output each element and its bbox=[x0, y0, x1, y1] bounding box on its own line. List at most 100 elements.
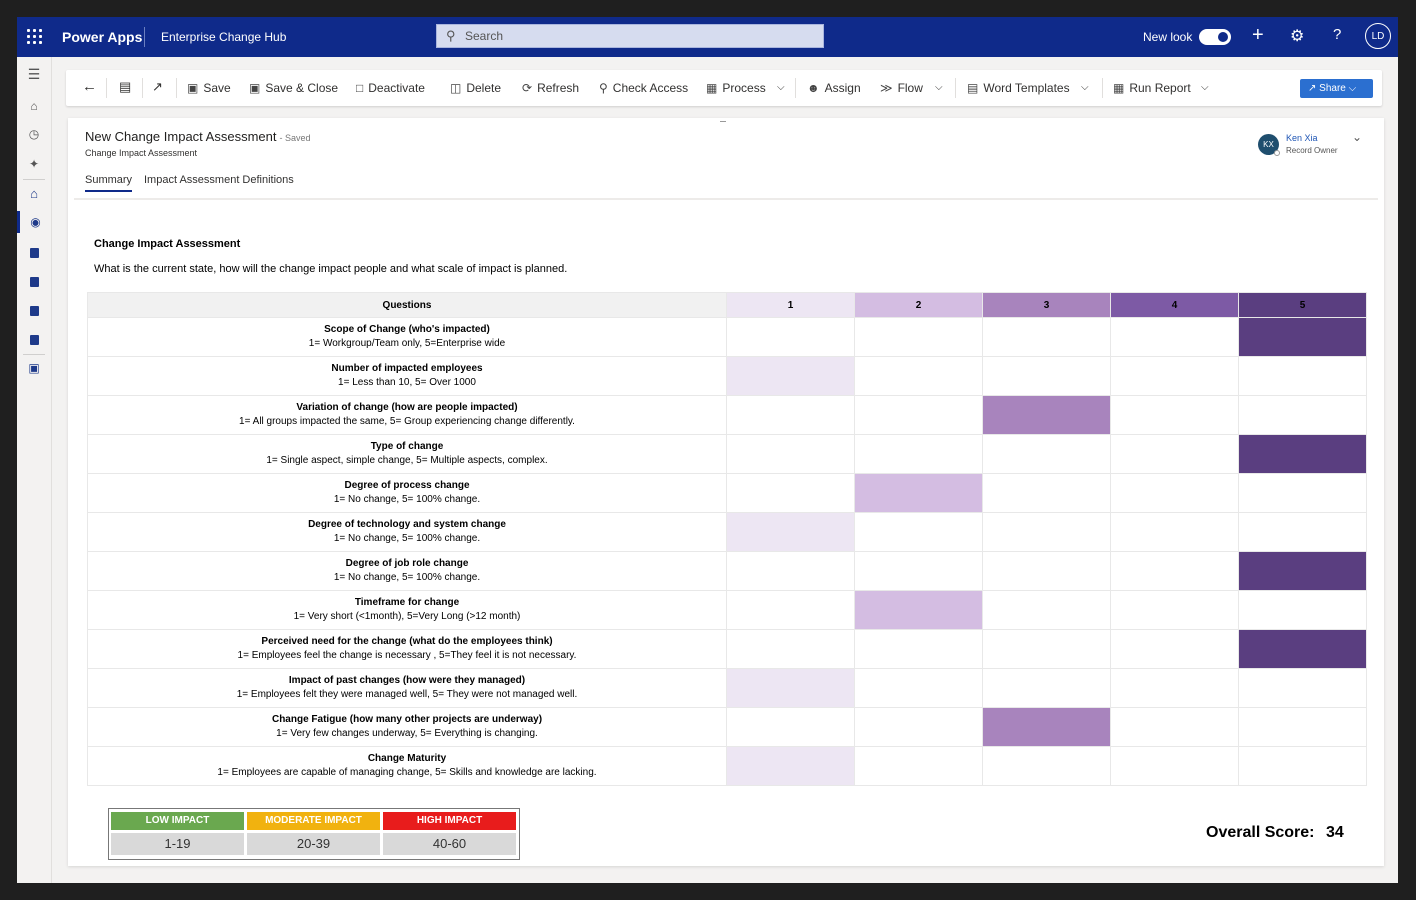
rating-cell-4[interactable] bbox=[1110, 395, 1239, 435]
rating-cell-2[interactable] bbox=[854, 629, 983, 669]
environment-name[interactable]: Enterprise Change Hub bbox=[161, 30, 286, 44]
rating-cell-4[interactable] bbox=[1110, 512, 1239, 552]
rating-cell-4[interactable] bbox=[1110, 629, 1239, 669]
back-icon[interactable]: ← bbox=[82, 78, 97, 95]
process-button[interactable]: ▦ Process bbox=[706, 81, 766, 95]
rating-cell-2[interactable] bbox=[854, 512, 983, 552]
form-view-icon[interactable]: ▤ bbox=[119, 79, 131, 95]
rating-cell-1[interactable] bbox=[726, 356, 855, 396]
rating-cell-1[interactable] bbox=[726, 434, 855, 474]
word-templates-button[interactable]: ▤ Word Templates bbox=[967, 81, 1070, 95]
owner-name[interactable]: Ken Xia bbox=[1286, 133, 1318, 143]
rating-cell-3[interactable] bbox=[982, 746, 1111, 786]
rating-cell-3[interactable] bbox=[982, 434, 1111, 474]
rating-cell-4[interactable] bbox=[1110, 434, 1239, 474]
rating-cell-3[interactable] bbox=[982, 473, 1111, 513]
gear-icon[interactable]: ⚙ bbox=[1290, 26, 1304, 46]
rating-cell-1[interactable] bbox=[726, 317, 855, 357]
run-report-button[interactable]: ▦ Run Report bbox=[1113, 81, 1191, 95]
rating-cell-5[interactable] bbox=[1238, 707, 1367, 747]
rating-cell-2[interactable] bbox=[854, 473, 983, 513]
rating-cell-5[interactable] bbox=[1238, 746, 1367, 786]
rating-cell-3[interactable] bbox=[982, 512, 1111, 552]
home-icon[interactable]: ⌂ bbox=[17, 95, 51, 117]
rating-cell-1[interactable] bbox=[726, 668, 855, 708]
rating-cell-3[interactable] bbox=[982, 356, 1111, 396]
rating-cell-1[interactable] bbox=[726, 629, 855, 669]
plus-icon[interactable]: + bbox=[1252, 24, 1264, 47]
rating-cell-3[interactable] bbox=[982, 395, 1111, 435]
rating-cell-1[interactable] bbox=[726, 512, 855, 552]
impact-assessment-nav-icon[interactable]: ◉ bbox=[17, 211, 51, 233]
rating-cell-5[interactable] bbox=[1238, 668, 1367, 708]
rating-cell-4[interactable] bbox=[1110, 317, 1239, 357]
rating-cell-3[interactable] bbox=[982, 668, 1111, 708]
rating-cell-2[interactable] bbox=[854, 668, 983, 708]
rating-cell-4[interactable] bbox=[1110, 473, 1239, 513]
rating-cell-1[interactable] bbox=[726, 395, 855, 435]
pin-icon[interactable]: ✦ bbox=[17, 153, 51, 175]
tab-summary[interactable]: Summary bbox=[85, 174, 133, 192]
chevron-down-icon[interactable]: ⌵ bbox=[777, 82, 785, 93]
rating-cell-5[interactable] bbox=[1238, 473, 1367, 513]
rating-cell-3[interactable] bbox=[982, 707, 1111, 747]
rating-cell-4[interactable] bbox=[1110, 551, 1239, 591]
rating-cell-5[interactable] bbox=[1238, 395, 1367, 435]
rating-cell-2[interactable] bbox=[854, 746, 983, 786]
rating-cell-2[interactable] bbox=[854, 434, 983, 474]
rating-cell-5[interactable] bbox=[1238, 434, 1367, 474]
delete-button[interactable]: ◫ Delete bbox=[450, 81, 501, 95]
chevron-down-icon[interactable]: ⌄ bbox=[1352, 130, 1362, 144]
chevron-down-icon[interactable]: ⌵ bbox=[935, 82, 943, 93]
rating-cell-5[interactable] bbox=[1238, 512, 1367, 552]
new-look-toggle[interactable] bbox=[1199, 29, 1231, 45]
app-launcher-icon[interactable] bbox=[27, 29, 43, 45]
tab-impact-assessment-definitions[interactable]: Impact Assessment Definitions bbox=[144, 174, 294, 186]
rating-cell-1[interactable] bbox=[726, 473, 855, 513]
rating-cell-2[interactable] bbox=[854, 590, 983, 630]
save-button[interactable]: ▣ Save bbox=[187, 81, 231, 95]
rating-cell-2[interactable] bbox=[854, 395, 983, 435]
recent-icon[interactable]: ◷ bbox=[17, 123, 51, 145]
assign-button[interactable]: ☻ Assign bbox=[807, 81, 861, 95]
rating-cell-5[interactable] bbox=[1238, 590, 1367, 630]
clipboard-icon[interactable] bbox=[17, 241, 51, 263]
chevron-down-icon[interactable]: ⌵ bbox=[1081, 82, 1089, 93]
rating-cell-4[interactable] bbox=[1110, 707, 1239, 747]
save-close-button[interactable]: ▣ Save & Close bbox=[249, 81, 338, 95]
rating-cell-3[interactable] bbox=[982, 629, 1111, 669]
rating-cell-1[interactable] bbox=[726, 551, 855, 591]
rating-cell-5[interactable] bbox=[1238, 317, 1367, 357]
check-access-button[interactable]: ⚲ Check Access bbox=[599, 81, 688, 95]
clipboard-icon[interactable] bbox=[17, 270, 51, 292]
rating-cell-1[interactable] bbox=[726, 746, 855, 786]
rating-cell-1[interactable] bbox=[726, 707, 855, 747]
share-button[interactable]: ↗ Share ⌵ bbox=[1300, 79, 1373, 98]
rating-cell-5[interactable] bbox=[1238, 356, 1367, 396]
clipboard-icon[interactable] bbox=[17, 328, 51, 350]
chevron-down-icon[interactable]: ⌵ bbox=[1201, 82, 1209, 93]
user-avatar[interactable]: LD bbox=[1365, 23, 1391, 49]
rating-cell-2[interactable] bbox=[854, 551, 983, 591]
dashboard-icon[interactable]: ⌂ bbox=[17, 183, 51, 205]
open-new-window-icon[interactable]: ↗ bbox=[152, 79, 163, 95]
rating-cell-2[interactable] bbox=[854, 707, 983, 747]
flow-button[interactable]: ≫ Flow bbox=[880, 81, 923, 95]
deactivate-button[interactable]: □ Deactivate bbox=[356, 81, 425, 95]
collapse-handle[interactable] bbox=[720, 121, 726, 122]
rating-cell-3[interactable] bbox=[982, 551, 1111, 591]
rating-cell-5[interactable] bbox=[1238, 629, 1367, 669]
rating-cell-2[interactable] bbox=[854, 356, 983, 396]
help-icon[interactable]: ? bbox=[1333, 26, 1341, 43]
rating-cell-4[interactable] bbox=[1110, 590, 1239, 630]
monitor-icon[interactable]: ▣ bbox=[17, 357, 51, 379]
rating-cell-4[interactable] bbox=[1110, 668, 1239, 708]
rating-cell-2[interactable] bbox=[854, 317, 983, 357]
refresh-button[interactable]: ⟳ Refresh bbox=[522, 81, 579, 95]
rating-cell-4[interactable] bbox=[1110, 746, 1239, 786]
clipboard-icon[interactable] bbox=[17, 299, 51, 321]
search-input[interactable] bbox=[463, 28, 807, 44]
rating-cell-4[interactable] bbox=[1110, 356, 1239, 396]
rating-cell-1[interactable] bbox=[726, 590, 855, 630]
search-box[interactable]: ⚲ bbox=[436, 24, 824, 48]
